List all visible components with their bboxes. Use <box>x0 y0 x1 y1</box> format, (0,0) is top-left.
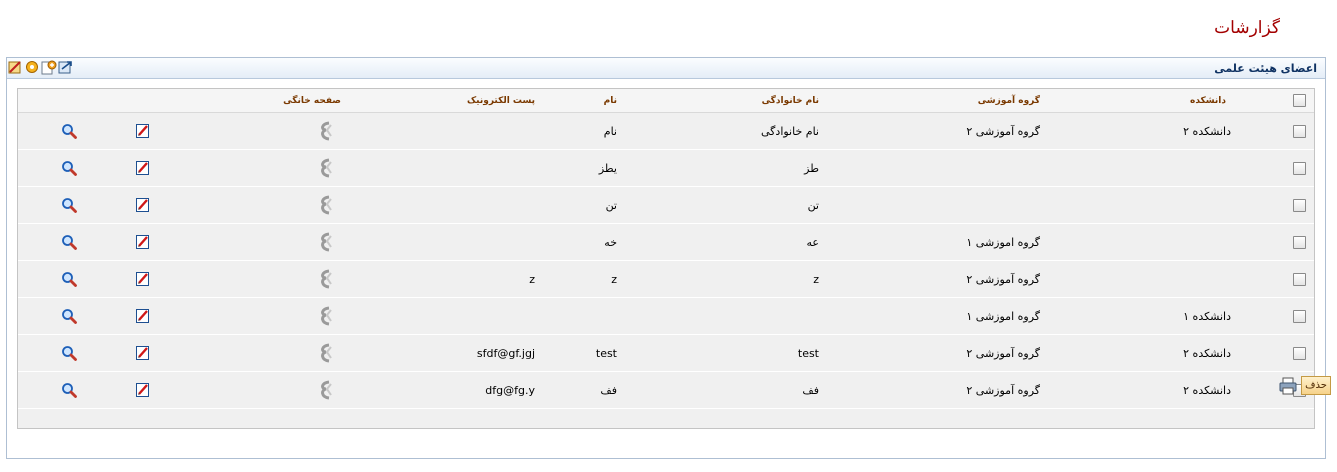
row-checkbox[interactable] <box>1293 162 1306 175</box>
homepage-icon[interactable] <box>317 158 335 181</box>
view-details-icon[interactable] <box>61 160 77 179</box>
cell-firstname: test <box>595 347 617 360</box>
table-row: دانشکده ۲ گروه آموزشی ۲ test test sfdf@gf.jg… <box>18 335 1314 372</box>
header-group[interactable]: گروه آموزشی <box>978 96 1040 106</box>
bottom-bar: حذف <box>1279 376 1331 395</box>
cell-firstname: خه <box>604 236 617 249</box>
row-checkbox[interactable] <box>1293 310 1306 323</box>
header-homepage[interactable]: صفحه خانگی <box>283 96 341 106</box>
edit-record-icon[interactable] <box>135 160 151 179</box>
cell-lastname: طز <box>804 162 819 175</box>
edit-record-icon[interactable] <box>135 234 151 253</box>
table-body: دانشکده ۲ گروه آموزشی ۲ نام خانوادگی نام طز ی… <box>18 113 1314 409</box>
panel-header: اعضای هیئت علمی <box>7 58 1325 79</box>
cell-email: z <box>529 273 535 286</box>
view-details-icon[interactable] <box>61 345 77 364</box>
cell-firstname: تن <box>605 199 617 212</box>
cell-group: گروه اموزشی ۱ <box>966 310 1040 323</box>
cell-group: گروه آموزشی ۲ <box>966 384 1040 397</box>
cell-faculty: دانشکده ۲ <box>1183 384 1231 397</box>
header-lastname[interactable]: نام خانوادگی <box>762 96 819 106</box>
homepage-icon[interactable] <box>317 232 335 255</box>
edit-record-icon[interactable] <box>135 197 151 216</box>
export-icon[interactable] <box>58 59 74 75</box>
homepage-icon[interactable] <box>317 121 335 144</box>
cell-firstname: فف <box>600 384 617 397</box>
cell-lastname: فف <box>802 384 819 397</box>
cell-group: گروه آموزشی ۲ <box>966 273 1040 286</box>
cell-firstname: نام <box>603 125 617 138</box>
row-checkbox[interactable] <box>1293 347 1306 360</box>
cell-lastname: تن <box>807 199 819 212</box>
cell-group: گروه اموزشی ۱ <box>966 236 1040 249</box>
settings-icon[interactable] <box>24 59 40 75</box>
panel-toolbar <box>7 58 75 76</box>
cell-group: گروه آموزشی ۲ <box>966 125 1040 138</box>
table-header: دانشکده گروه آموزشی نام خانوادگی نام پست… <box>18 89 1314 113</box>
view-details-icon[interactable] <box>61 308 77 327</box>
cell-email: dfg@fg.y <box>485 384 535 397</box>
cell-email: sfdf@gf.jgj <box>476 347 535 360</box>
view-details-icon[interactable] <box>61 271 77 290</box>
faculty-members-panel: اعضای هیئت علمی دانشکده گروه آموزشی نام … <box>6 57 1326 459</box>
edit-icon[interactable] <box>7 59 23 75</box>
table-row: دانشکده ۲ گروه آموزشی ۲ فف فف dfg@fg.y <box>18 372 1314 409</box>
header-email[interactable]: پست الکترونیک <box>467 96 535 106</box>
edit-record-icon[interactable] <box>135 271 151 290</box>
table-row: دانشکده ۱ گروه اموزشی ۱ <box>18 298 1314 335</box>
cell-firstname: یطز <box>598 162 617 175</box>
edit-record-icon[interactable] <box>135 382 151 401</box>
cell-lastname: نام خانوادگی <box>761 125 819 138</box>
table-row: دانشکده ۲ گروه آموزشی ۲ نام خانوادگی نام <box>18 113 1314 150</box>
header-firstname[interactable]: نام <box>604 96 617 106</box>
edit-record-icon[interactable] <box>135 345 151 364</box>
delete-button[interactable]: حذف <box>1301 376 1331 395</box>
cell-faculty: دانشکده ۱ <box>1183 310 1231 323</box>
homepage-icon[interactable] <box>317 380 335 403</box>
page-title: گزارشات <box>1214 18 1280 38</box>
cell-faculty: دانشکده ۲ <box>1183 125 1231 138</box>
view-details-icon[interactable] <box>61 197 77 216</box>
select-all-checkbox[interactable] <box>1293 94 1306 107</box>
table-row: طز یطز <box>18 150 1314 187</box>
cell-lastname: z <box>813 273 819 286</box>
add-icon[interactable] <box>41 59 57 75</box>
panel-title: اعضای هیئت علمی <box>1214 62 1317 75</box>
homepage-icon[interactable] <box>317 343 335 366</box>
row-checkbox[interactable] <box>1293 125 1306 138</box>
row-checkbox[interactable] <box>1293 199 1306 212</box>
members-table: دانشکده گروه آموزشی نام خانوادگی نام پست… <box>17 88 1315 429</box>
cell-lastname: عه <box>806 236 819 249</box>
cell-faculty: دانشکده ۲ <box>1183 347 1231 360</box>
cell-lastname: test <box>797 347 819 360</box>
edit-record-icon[interactable] <box>135 308 151 327</box>
table-row: گروه اموزشی ۱ عه خه <box>18 224 1314 261</box>
header-faculty[interactable]: دانشکده <box>1190 96 1226 106</box>
view-details-icon[interactable] <box>61 382 77 401</box>
row-checkbox[interactable] <box>1293 273 1306 286</box>
table-row: تن تن <box>18 187 1314 224</box>
cell-firstname: z <box>611 273 617 286</box>
table-row: گروه آموزشی ۲ z z z <box>18 261 1314 298</box>
view-details-icon[interactable] <box>61 234 77 253</box>
print-icon[interactable] <box>1279 377 1297 395</box>
row-checkbox[interactable] <box>1293 236 1306 249</box>
edit-record-icon[interactable] <box>135 123 151 142</box>
cell-group: گروه آموزشی ۲ <box>966 347 1040 360</box>
homepage-icon[interactable] <box>317 195 335 218</box>
homepage-icon[interactable] <box>317 269 335 292</box>
homepage-icon[interactable] <box>317 306 335 329</box>
view-details-icon[interactable] <box>61 123 77 142</box>
